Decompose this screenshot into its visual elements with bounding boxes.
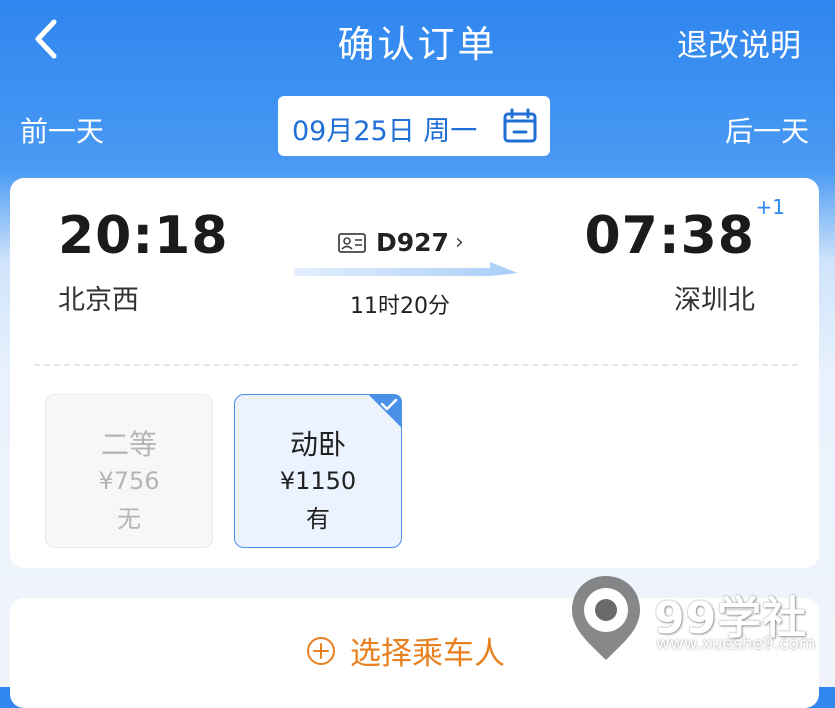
watermark-url: www.xueshe9.com — [656, 634, 816, 654]
select-passenger-button[interactable]: 选择乘车人 — [306, 628, 505, 673]
calendar-icon — [503, 108, 537, 143]
departure-station: 北京西 — [58, 285, 139, 316]
seat-option-second-class[interactable]: 二等 ¥756 无 — [45, 394, 213, 548]
date-label: 09月25日 周一 — [292, 116, 478, 147]
date-picker[interactable]: 09月25日 周一 — [278, 96, 550, 156]
train-info-card: 20:18 北京西 D927 › 11时20分 07:38 +1 深圳北 二等 … — [10, 178, 819, 568]
seat-option-sleeper[interactable]: 动卧 ¥1150 有 — [234, 394, 402, 548]
seat-price: ¥1150 — [279, 467, 357, 495]
departure-time: 20:18 — [58, 206, 229, 266]
refund-policy-link[interactable]: 退改说明 — [677, 20, 801, 65]
id-card-icon — [338, 232, 366, 253]
dashed-divider — [34, 364, 798, 366]
next-day-button[interactable]: 后一天 — [725, 110, 809, 150]
train-number-link[interactable]: D927 › — [338, 228, 464, 257]
arrival-station: 深圳北 — [674, 285, 755, 316]
seat-price: ¥756 — [98, 467, 160, 495]
journey-arrow-icon — [294, 262, 518, 276]
arrival-time: 07:38 — [584, 206, 755, 266]
seat-availability: 有 — [306, 505, 330, 533]
chevron-right-icon: › — [454, 230, 464, 255]
seat-name: 动卧 — [289, 428, 346, 461]
select-passenger-label: 选择乘车人 — [350, 636, 505, 672]
train-number: D927 — [376, 228, 449, 257]
journey-duration: 11时20分 — [350, 294, 450, 319]
prev-day-button[interactable]: 前一天 — [20, 110, 104, 150]
watermark-pin-icon — [572, 576, 640, 660]
seat-name: 二等 — [100, 428, 157, 461]
arrival-day-offset: +1 — [755, 195, 785, 219]
seat-availability: 无 — [117, 505, 141, 533]
plus-circle-icon — [307, 636, 335, 665]
